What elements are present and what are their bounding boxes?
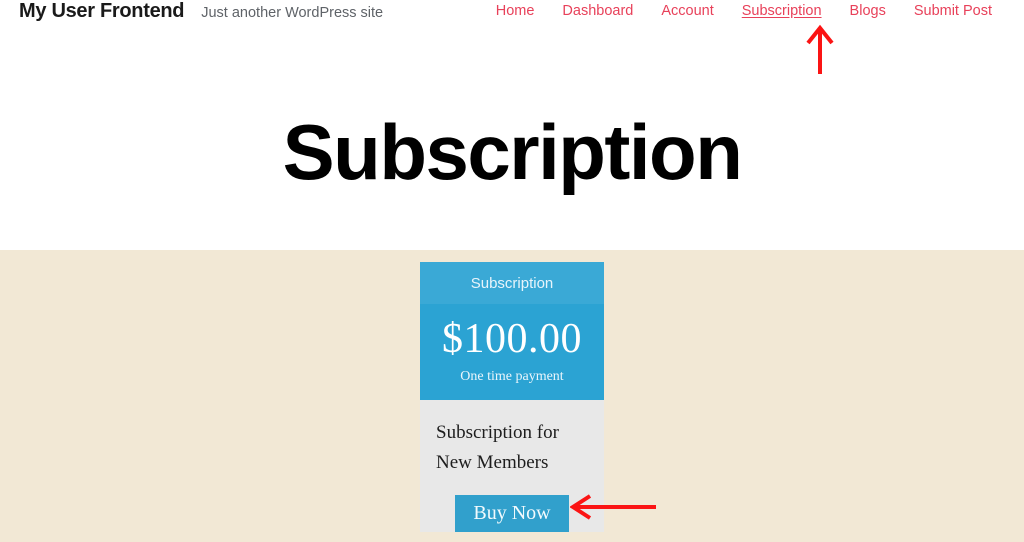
branding: My User Frontend Just another WordPress … xyxy=(19,0,383,24)
subscription-description: Subscription for New Members xyxy=(436,422,559,473)
subscription-card: Subscription $100.00 One time payment Su… xyxy=(420,262,604,532)
buy-now-button[interactable]: Buy Now xyxy=(455,495,569,532)
subscription-card-body: Subscription for New Members Buy Now xyxy=(420,400,604,532)
main-navigation: Home Dashboard Account Subscription Blog… xyxy=(482,0,1006,22)
site-title[interactable]: My User Frontend xyxy=(19,0,185,22)
subscription-card-header: Subscription $100.00 One time payment xyxy=(420,262,604,400)
subscription-price-note: One time payment xyxy=(460,369,564,384)
subscription-price: $100.00 xyxy=(442,316,582,362)
site-tagline: Just another WordPress site xyxy=(201,5,384,21)
nav-item-dashboard[interactable]: Dashboard xyxy=(548,0,647,22)
page-root: My User Frontend Just another WordPress … xyxy=(0,0,1024,542)
subscription-card-title: Subscription xyxy=(420,262,604,304)
nav-item-subscription[interactable]: Subscription xyxy=(728,0,836,22)
subscription-card-actions: Buy Now xyxy=(436,478,588,532)
site-header: My User Frontend Just another WordPress … xyxy=(0,0,1024,30)
nav-item-submit-post[interactable]: Submit Post xyxy=(900,0,1006,22)
nav-item-home[interactable]: Home xyxy=(482,0,549,22)
annotation-arrow-up-icon xyxy=(806,24,834,74)
page-title: Subscription xyxy=(282,108,743,196)
nav-item-account[interactable]: Account xyxy=(647,0,727,22)
nav-item-blogs[interactable]: Blogs xyxy=(836,0,900,22)
